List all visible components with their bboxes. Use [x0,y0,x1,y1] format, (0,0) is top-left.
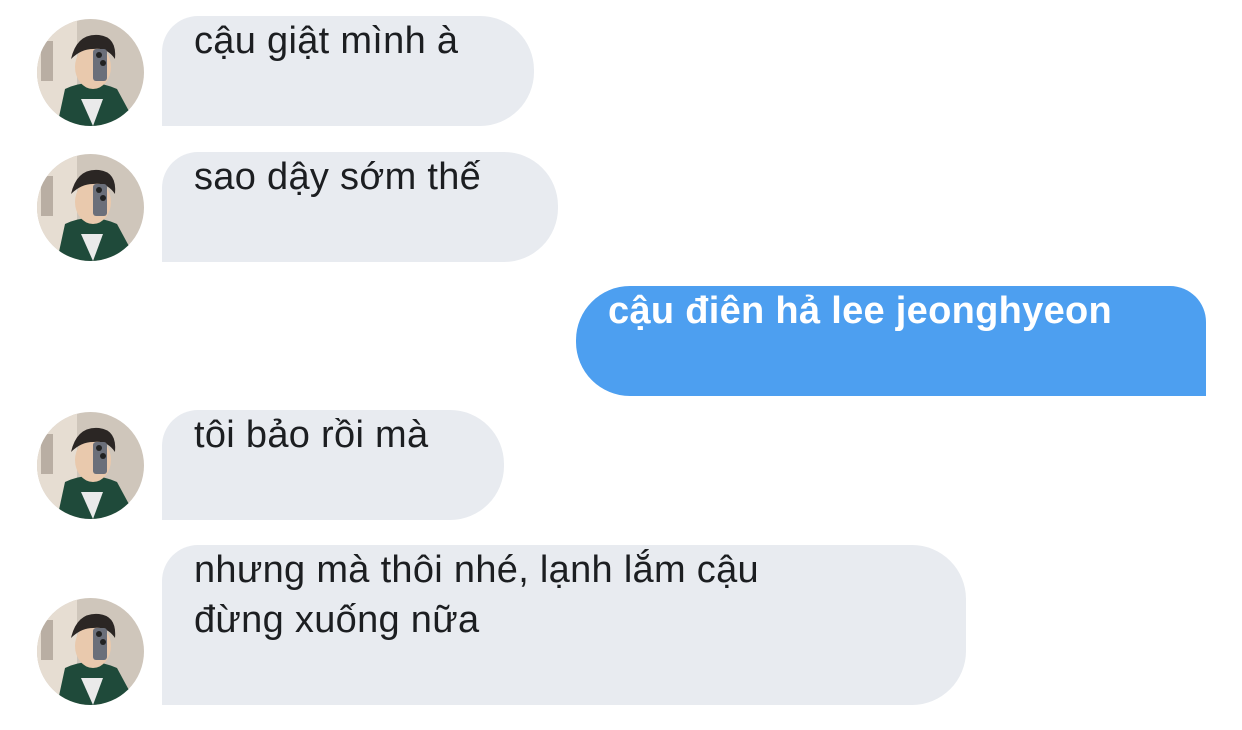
message-bubble-incoming[interactable]: nhưng mà thôi nhé, lạnh lắm cậu đừng xuố… [162,545,966,705]
message-text: cậu điên hả lee jeonghyeon [608,290,1113,332]
avatar-photo-icon [37,598,144,705]
message-text: sao dậy sớm thế [194,156,482,198]
message-text-line-2: đừng xuống nữa [194,599,480,641]
avatar-photo-icon [37,154,144,261]
message-bubble-incoming[interactable]: tôi bảo rồi mà [162,410,504,520]
avatar-photo-icon [37,19,144,126]
message-bubble-outgoing[interactable]: cậu điên hả lee jeonghyeon [576,286,1206,396]
contact-avatar[interactable] [37,19,144,126]
contact-avatar[interactable] [37,412,144,519]
contact-avatar[interactable] [37,598,144,705]
contact-avatar[interactable] [37,154,144,261]
message-text: tôi bảo rồi mà [194,414,429,456]
avatar-photo-icon [37,412,144,519]
message-bubble-incoming[interactable]: sao dậy sớm thế [162,152,558,262]
chat-thread: cậu giật mình à sao dậy sớm thế cậu điên… [0,0,1242,730]
message-text-line-1: nhưng mà thôi nhé, lạnh lắm cậu [194,549,759,591]
message-bubble-incoming[interactable]: cậu giật mình à [162,16,534,126]
message-text: cậu giật mình à [194,20,459,62]
